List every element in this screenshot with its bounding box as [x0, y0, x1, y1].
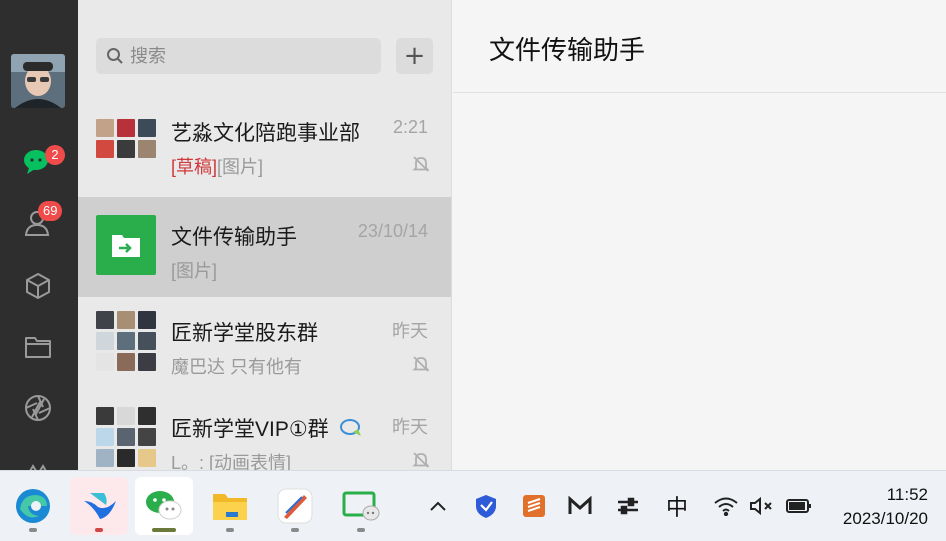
mute-bell-icon: [412, 156, 430, 172]
edge-browser-icon: [16, 489, 50, 523]
chats-unread-badge: 2: [45, 145, 65, 165]
moments-aperture-icon[interactable]: [20, 390, 56, 426]
draft-tag: [草稿]: [171, 157, 218, 177]
chat-time: 2:21: [392, 117, 428, 137]
taskbar-wechat-screen[interactable]: [332, 477, 390, 535]
chat-list-panel: + 艺淼文化陪跑事业部 2:21 [草稿][图片] 文件传输助手 23/10/1…: [78, 0, 452, 470]
chat-time: 23/10/14: [357, 221, 428, 241]
settings-sliders-icon[interactable]: [614, 491, 642, 521]
wifi-icon[interactable]: [712, 491, 740, 521]
chat-preview: 魔巴达 只有他有: [171, 357, 303, 377]
search-icon: [107, 48, 123, 64]
files-folder-icon[interactable]: [20, 329, 56, 365]
clock-time: 11:52: [886, 485, 928, 504]
windows-taskbar: 中 11:52 2023/10/20: [0, 470, 946, 541]
taskbar-pen-app[interactable]: [266, 477, 324, 535]
clock-date: 2023/10/20: [842, 509, 928, 528]
group-avatar: [96, 111, 156, 171]
chat-preview: [草稿][图片]: [171, 153, 263, 179]
tray-overflow-chevron-icon[interactable]: [426, 491, 450, 521]
mute-bell-icon: [412, 452, 430, 468]
user-avatar[interactable]: [11, 54, 65, 108]
feishu-icon: [84, 493, 116, 519]
system-clock[interactable]: 11:52 2023/10/20: [843, 483, 928, 531]
conversation-header: 文件传输助手: [453, 0, 946, 93]
chat-name: 匠新学堂股东群: [171, 322, 318, 345]
chat-time: 昨天: [392, 417, 428, 437]
group-avatar: [96, 311, 156, 371]
taskbar-running-dot: [95, 528, 103, 532]
chat-preview: [图片]: [171, 261, 218, 281]
chat-item-yimiao[interactable]: 艺淼文化陪跑事业部 2:21 [草稿][图片]: [78, 93, 451, 193]
chat-item-vip-group[interactable]: 匠新学堂VIP①群 昨天 L。: [动画表情]: [78, 389, 451, 470]
chat-name: 艺淼文化陪跑事业部: [171, 122, 360, 145]
taskbar-running-dot: [226, 528, 234, 532]
ime-indicator[interactable]: 中: [662, 491, 692, 521]
file-transfer-avatar: [96, 215, 156, 275]
security-shield-icon[interactable]: [472, 491, 500, 521]
favorites-cube-icon[interactable]: [20, 268, 56, 304]
chat-item-shareholders[interactable]: 匠新学堂股东群 昨天 魔巴达 只有他有: [78, 293, 451, 393]
chat-time: 昨天: [392, 321, 428, 341]
taskbar-file-explorer[interactable]: [201, 477, 259, 535]
volume-muted-icon[interactable]: [748, 491, 776, 521]
battery-icon[interactable]: [784, 491, 814, 521]
folder-icon: [213, 494, 247, 520]
wechat-screen-icon: [342, 491, 380, 521]
search-bar[interactable]: [96, 38, 381, 74]
mute-bell-icon: [412, 356, 430, 372]
contacts-badge: 69: [38, 201, 63, 221]
taskbar-wechat[interactable]: [135, 477, 193, 535]
taskbar-running-dot: [291, 528, 299, 532]
pen-app-icon: [277, 488, 313, 524]
taskbar-running-dot: [29, 528, 37, 532]
chat-bubble-tag-icon: [339, 419, 361, 436]
search-input[interactable]: [130, 45, 360, 67]
add-chat-button[interactable]: +: [396, 38, 433, 74]
media-m-icon[interactable]: [566, 491, 594, 521]
chat-preview: L。: [动画表情]: [171, 453, 292, 470]
conversation-title: 文件传输助手: [489, 35, 646, 65]
file-transfer-icon: [112, 235, 140, 257]
more-apps-icon[interactable]: [20, 452, 56, 470]
sublime-orange-icon[interactable]: [520, 491, 548, 521]
group-avatar: [96, 407, 156, 467]
chat-name-text: 匠新学堂VIP①群: [171, 418, 329, 441]
chat-item-file-transfer[interactable]: 文件传输助手 23/10/14 [图片]: [78, 197, 451, 297]
nav-rail: 2 69: [0, 0, 78, 470]
preview-text: [图片]: [217, 157, 264, 177]
conversation-pane: 文件传输助手: [453, 0, 946, 470]
taskbar-feishu[interactable]: [70, 477, 128, 535]
taskbar-running-dot: [357, 528, 365, 532]
taskbar-active-indicator: [152, 528, 176, 532]
chat-name: 文件传输助手: [171, 226, 297, 249]
wechat-icon: [146, 491, 182, 520]
chat-name: 匠新学堂VIP①群: [171, 413, 365, 443]
taskbar-edge[interactable]: [4, 477, 62, 535]
